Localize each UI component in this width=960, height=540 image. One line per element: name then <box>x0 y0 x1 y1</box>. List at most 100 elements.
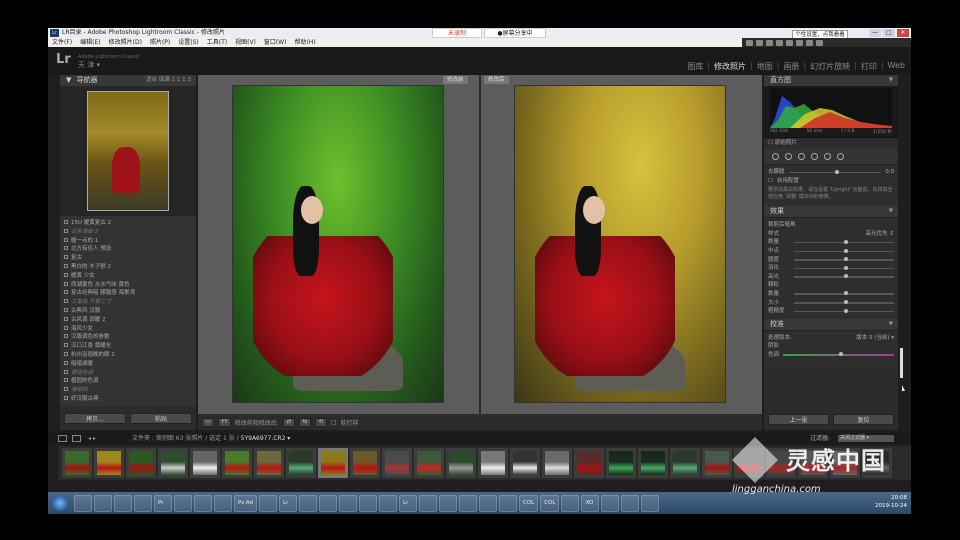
preset-item[interactable]: 西湖夏色 水水气味 黄色 <box>64 281 196 290</box>
right-panel-scrollbar[interactable] <box>900 348 903 378</box>
swap-icon[interactable]: ⟲ <box>314 417 327 427</box>
filmstrip-thumbnail[interactable] <box>574 448 604 478</box>
before-after-view-button[interactable]: YY <box>218 417 231 427</box>
taskbar-app-icon[interactable] <box>601 494 620 512</box>
adjust-slider[interactable] <box>794 274 894 279</box>
calibration-header[interactable]: 校准 ▼ <box>764 318 898 330</box>
redeye-icon[interactable] <box>798 153 805 160</box>
taskbar-app-icon[interactable] <box>419 494 437 512</box>
histogram-header[interactable]: 直方图 ▼ <box>764 75 898 86</box>
adjust-slider[interactable] <box>794 239 894 244</box>
tray-icon[interactable] <box>786 39 793 46</box>
slider-thumb[interactable] <box>844 239 848 244</box>
taskbar-app-icon[interactable]: COL <box>519 494 539 512</box>
taskbar-app-icon[interactable] <box>134 494 152 512</box>
dehaze-value[interactable]: 0.0 <box>885 168 894 177</box>
taskbar-app-icon[interactable] <box>114 494 132 512</box>
menu-item[interactable]: 窗口(W) <box>264 38 287 47</box>
preset-item[interactable]: 清晰的 <box>64 386 196 395</box>
filmstrip-thumbnail[interactable] <box>478 448 508 478</box>
navigator-preview[interactable] <box>60 86 196 216</box>
maximize-button[interactable]: □ <box>883 29 895 37</box>
preset-item[interactable]: 复古 <box>64 254 196 263</box>
taskbar-app-icon[interactable]: Lr <box>399 494 417 512</box>
module-tab[interactable]: 修改照片 <box>714 61 746 72</box>
filmstrip-thumbnail[interactable] <box>286 448 316 478</box>
start-button-icon[interactable] <box>52 495 68 511</box>
photo-after[interactable] <box>514 85 726 403</box>
filmstrip-thumbnail[interactable] <box>222 448 252 478</box>
photo-before[interactable] <box>232 85 444 403</box>
effects-header[interactable]: 效果 ▼ <box>764 206 898 218</box>
taskbar-app-icon[interactable] <box>94 494 112 512</box>
preset-item[interactable]: 15U 暖黄复古 2 <box>64 219 196 228</box>
preset-item[interactable]: 复古经典暗 朦胧感 海棠湾 <box>64 289 196 298</box>
slider-thumb[interactable] <box>844 274 848 279</box>
filmstrip-thumbnail[interactable] <box>350 448 380 478</box>
taskbar-app-icon[interactable] <box>214 494 232 512</box>
adjust-slider[interactable] <box>794 265 894 270</box>
preset-item[interactable]: 北方有佳人 预设 <box>64 245 196 254</box>
taskbar-app-icon[interactable] <box>379 494 397 512</box>
tray-icon[interactable] <box>766 39 773 46</box>
preset-item[interactable]: 暖一点的 1 <box>64 237 196 246</box>
screen-share-tab[interactable]: ●屏幕分享中 <box>484 28 546 38</box>
original-photo-checkbox[interactable]: ☐ 原始照片 <box>764 138 898 149</box>
filmstrip-thumbnail[interactable] <box>254 448 284 478</box>
adjust-slider[interactable] <box>794 300 894 305</box>
filmstrip-thumbnail[interactable] <box>382 448 412 478</box>
grid-view-icon[interactable] <box>72 435 81 442</box>
preset-item[interactable]: 暖黄 少女 <box>64 272 196 281</box>
filmstrip-thumbnail[interactable] <box>606 448 636 478</box>
menu-item[interactable]: 编辑(E) <box>80 38 100 47</box>
menu-item[interactable]: 视图(V) <box>235 38 256 47</box>
second-window-icon[interactable] <box>58 435 67 442</box>
tray-icon[interactable] <box>746 39 753 46</box>
adjust-slider[interactable] <box>794 308 894 313</box>
taskbar-app-icon[interactable] <box>299 494 317 512</box>
filmstrip-thumbnail[interactable] <box>446 448 476 478</box>
preset-item[interactable]: 古风调 调暖 2 <box>64 316 196 325</box>
loupe-view-icon[interactable]: ▭ <box>202 417 214 427</box>
module-tab[interactable]: 画册 <box>783 61 799 72</box>
module-tab[interactable]: 图库 <box>687 61 703 72</box>
preset-item[interactable]: 日系清新 2 <box>64 228 196 237</box>
spot-removal-icon[interactable] <box>785 153 792 160</box>
filmstrip-thumbnail[interactable] <box>158 448 188 478</box>
navigator-header[interactable]: ▼ 导航器 适合 填满 1:1 1:3 <box>60 75 196 86</box>
filmstrip-thumbnail[interactable] <box>62 448 92 478</box>
navigator-zoom-options[interactable]: 适合 填满 1:1 1:3 <box>146 75 191 86</box>
preset-item[interactable]: 工笔画 不要二寸 <box>64 298 196 307</box>
filmstrip-thumbnail[interactable] <box>126 448 156 478</box>
taskbar-app-icon[interactable] <box>259 494 277 512</box>
filmstrip-thumbnail[interactable] <box>542 448 572 478</box>
menu-item[interactable]: 修改照片(D) <box>109 38 142 47</box>
slider-thumb[interactable] <box>844 300 848 305</box>
module-tab[interactable]: 打印 <box>861 61 877 72</box>
slider-thumb[interactable] <box>834 169 839 174</box>
reset-button[interactable]: 复位 <box>833 414 894 425</box>
taskbar-app-icon[interactable] <box>439 494 457 512</box>
slider-thumb[interactable] <box>844 248 848 253</box>
taskbar-app-icon[interactable]: Pr <box>154 494 172 512</box>
adjust-slider[interactable] <box>794 257 894 262</box>
tray-icon[interactable] <box>806 39 813 46</box>
process-select[interactable]: 版本 5 (当前) ▾ <box>856 334 894 343</box>
taskbar-app-icon[interactable]: XO <box>581 494 600 512</box>
tray-icon[interactable] <box>816 39 823 46</box>
soft-proof-checkbox-icon[interactable]: □ <box>331 419 337 426</box>
taskbar-app-icon[interactable]: COL <box>540 494 560 512</box>
taskbar-app-icon[interactable] <box>479 494 497 512</box>
slider-thumb[interactable] <box>844 257 848 262</box>
preset-item[interactable]: 植园的色调 <box>64 377 196 386</box>
taskbar-app-icon[interactable]: Lr <box>279 494 297 512</box>
copy-before-to-after-icon[interactable]: ⇄ <box>282 417 295 427</box>
menu-item[interactable]: 文件(F) <box>52 38 72 47</box>
module-tab[interactable]: Web <box>888 61 905 72</box>
taskbar-app-icon[interactable] <box>339 494 357 512</box>
module-tab[interactable]: 幻灯片放映 <box>810 61 850 72</box>
taskbar-app-icon[interactable] <box>174 494 192 512</box>
copy-after-to-before-icon[interactable]: ⇆ <box>298 417 311 427</box>
preset-item[interactable]: 海风少女 <box>64 325 196 334</box>
taskbar-app-icon[interactable] <box>359 494 377 512</box>
